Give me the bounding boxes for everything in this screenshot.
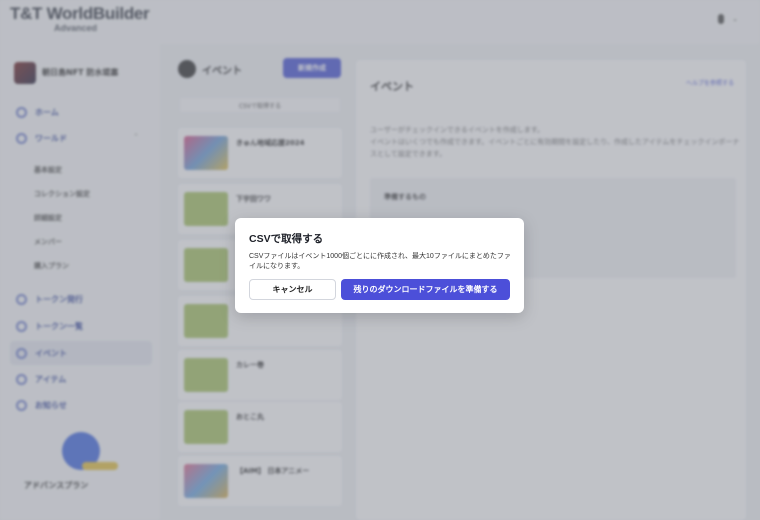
dialog-title: CSVで取得する: [249, 233, 324, 245]
prepare-download-button[interactable]: 残りのダウンロードファイルを準備する: [341, 279, 510, 300]
dialog-body: CSVファイルはイベント1000個ごとにに作成され、最大10ファイルにまとめたフ…: [249, 253, 511, 270]
csv-dialog: CSVで取得する CSVファイルはイベント1000個ごとにに作成され、最大10フ…: [235, 218, 524, 313]
cancel-button[interactable]: キャンセル: [249, 279, 336, 300]
